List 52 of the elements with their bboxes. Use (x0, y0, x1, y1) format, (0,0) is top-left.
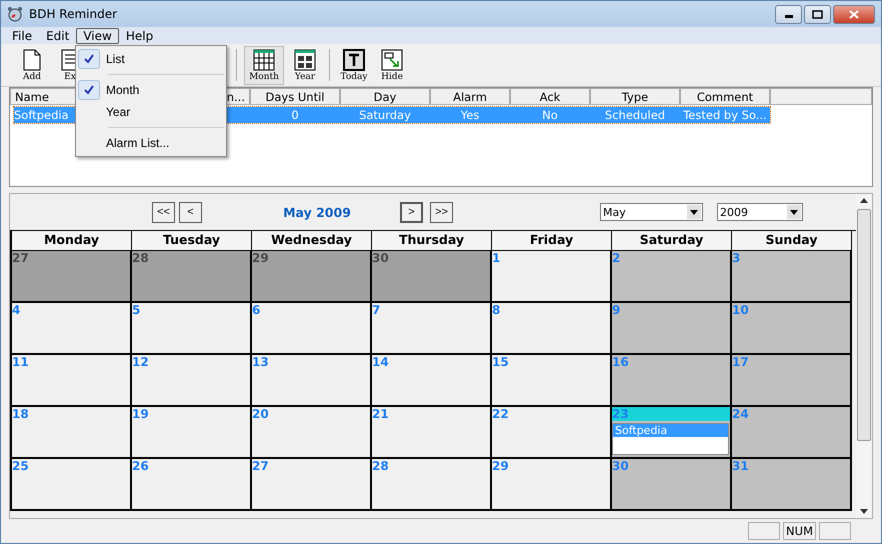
day-number: 26 (132, 459, 149, 473)
weekday-header: Thursday (372, 231, 492, 251)
day-number: 17 (732, 355, 749, 369)
day-number: 23 (612, 407, 730, 421)
day-number: 14 (372, 355, 389, 369)
day-number: 30 (372, 251, 389, 265)
weekday-header: Tuesday (132, 231, 252, 251)
weekday-header: Sunday (732, 231, 852, 251)
weekday-header: Wednesday (252, 231, 372, 251)
day-number: 20 (252, 407, 269, 421)
weekday-header: Saturday (612, 231, 732, 251)
day-number: 3 (732, 251, 740, 265)
day-number: 8 (492, 303, 500, 317)
table-cell: Scheduled (604, 108, 666, 122)
day-number: 30 (612, 459, 629, 473)
table-cell: No (542, 108, 558, 122)
day-number: 24 (732, 407, 749, 421)
day-number: 2 (612, 251, 620, 265)
status-panel: NUM (783, 522, 816, 540)
day-number: 5 (132, 303, 140, 317)
table-cell: Yes (460, 108, 480, 122)
day-number: 19 (132, 407, 149, 421)
weekday-header: Monday (12, 231, 132, 251)
day-number: 11 (12, 355, 29, 369)
day-number: 27 (12, 251, 29, 265)
weekday-header: Friday (492, 231, 612, 251)
day-number: 16 (612, 355, 629, 369)
day-number: 4 (12, 303, 20, 317)
day-number: 28 (132, 251, 149, 265)
table-cell: 0 (291, 108, 299, 122)
day-number: 31 (732, 459, 749, 473)
day-number: 10 (732, 303, 749, 317)
day-number: 27 (252, 459, 269, 473)
day-number: 13 (252, 355, 269, 369)
table-cell: Saturday (359, 108, 411, 122)
day-number: 29 (252, 251, 269, 265)
day-number: 18 (12, 407, 29, 421)
day-number: 22 (492, 407, 509, 421)
window-title: BDH Reminder (29, 7, 118, 21)
day-number: 28 (372, 459, 389, 473)
day-number: 29 (492, 459, 509, 473)
day-number: 9 (612, 303, 620, 317)
day-number: 7 (372, 303, 380, 317)
day-number: 6 (252, 303, 260, 317)
day-number: 1 (492, 251, 500, 265)
month-title: May 2009 (282, 204, 352, 220)
day-number: 25 (12, 459, 29, 473)
day-number: 12 (132, 355, 149, 369)
table-cell: Tested by So... (683, 108, 767, 122)
table-cell: Softpedia (14, 108, 69, 122)
day-number: 21 (372, 407, 389, 421)
day-number: 15 (492, 355, 509, 369)
